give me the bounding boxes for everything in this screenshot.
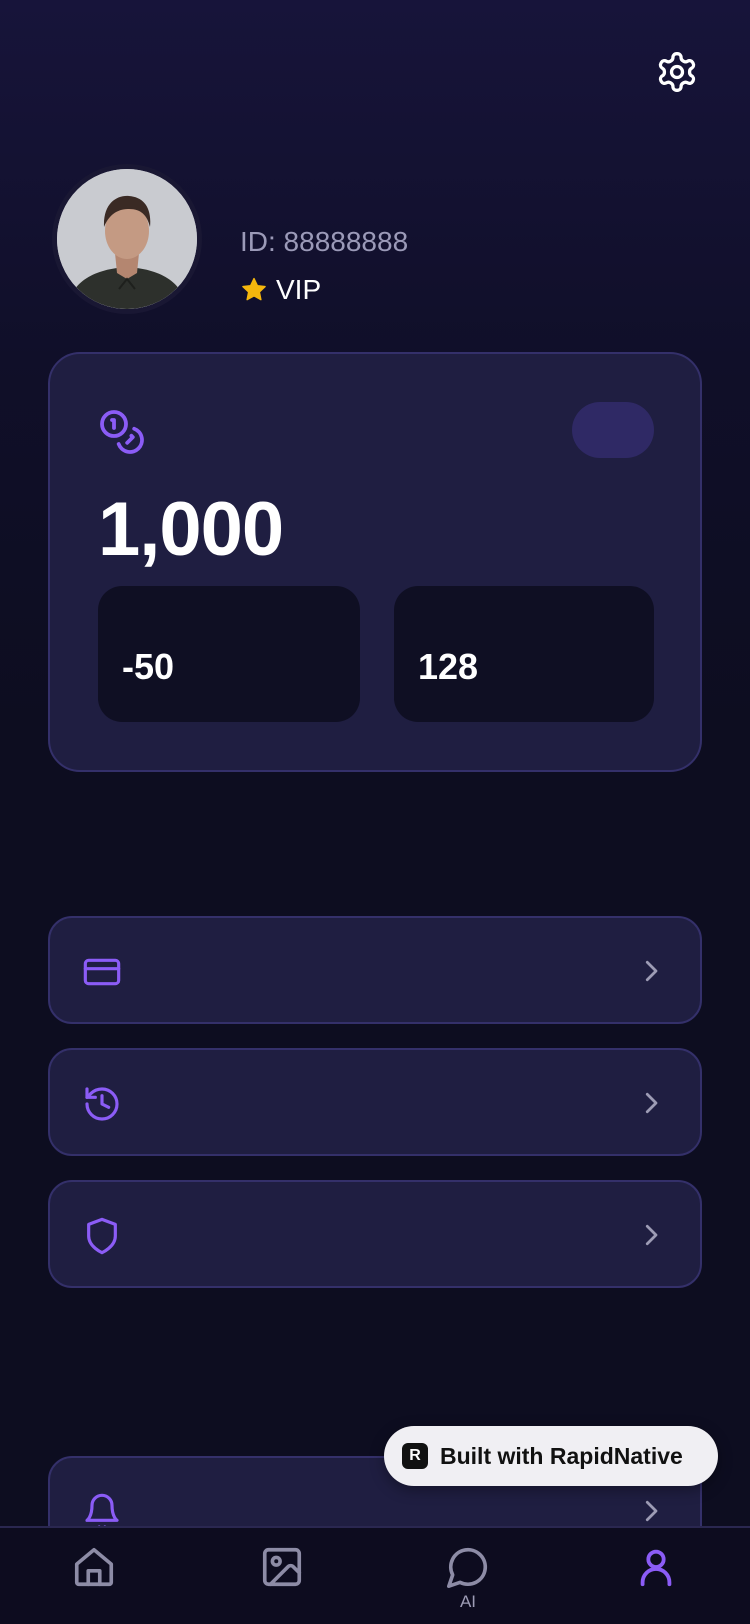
tab-gallery[interactable] (222, 1528, 342, 1624)
tab-label: AI (459, 1592, 477, 1611)
history-icon (85, 1087, 119, 1121)
image-icon (262, 1547, 302, 1587)
profile-screen: ID: 88888888 VIP 1,000 -50 128 R Built w… (0, 0, 750, 1624)
chevron-right-icon (645, 1224, 658, 1246)
home-icon (74, 1547, 114, 1587)
tab-bar: AI (0, 1526, 750, 1624)
badge-text: Built with RapidNative (440, 1442, 683, 1469)
tab-ai[interactable]: AI (408, 1528, 528, 1624)
stat-box-left: -50 (98, 586, 360, 722)
rapidnative-logo-icon: R (402, 1443, 428, 1469)
tab-profile[interactable] (596, 1528, 716, 1624)
avatar[interactable] (52, 164, 202, 314)
chat-icon (447, 1547, 488, 1588)
stat-box-right: 128 (394, 586, 654, 722)
settings-button[interactable] (651, 46, 703, 98)
menu-item-security[interactable] (48, 1180, 702, 1288)
balance-card: 1,000 -50 128 (48, 352, 702, 772)
credit-card-icon (83, 958, 121, 986)
coins-icon (100, 410, 144, 454)
user-icon (640, 1549, 672, 1587)
profile-photo (57, 169, 197, 309)
menu-item-history[interactable] (48, 1048, 702, 1156)
chevron-right-icon (645, 1500, 658, 1522)
vip-label: VIP (276, 274, 322, 305)
shield-icon (87, 1217, 117, 1255)
balance-action-pill[interactable] (572, 402, 654, 458)
tab-home[interactable] (34, 1528, 154, 1624)
gear-icon (658, 52, 696, 92)
built-with-badge[interactable]: R Built with RapidNative (384, 1426, 718, 1486)
stat-value: 128 (418, 646, 479, 687)
profile-id: ID: 88888888 (240, 226, 409, 257)
menu-item-payment[interactable] (48, 916, 702, 1024)
chevron-right-icon (645, 1092, 658, 1114)
balance-value: 1,000 (98, 487, 284, 572)
chevron-right-icon (645, 960, 658, 982)
star-icon (242, 277, 266, 301)
stat-value: -50 (122, 646, 175, 687)
vip-badge: VIP (240, 274, 321, 306)
